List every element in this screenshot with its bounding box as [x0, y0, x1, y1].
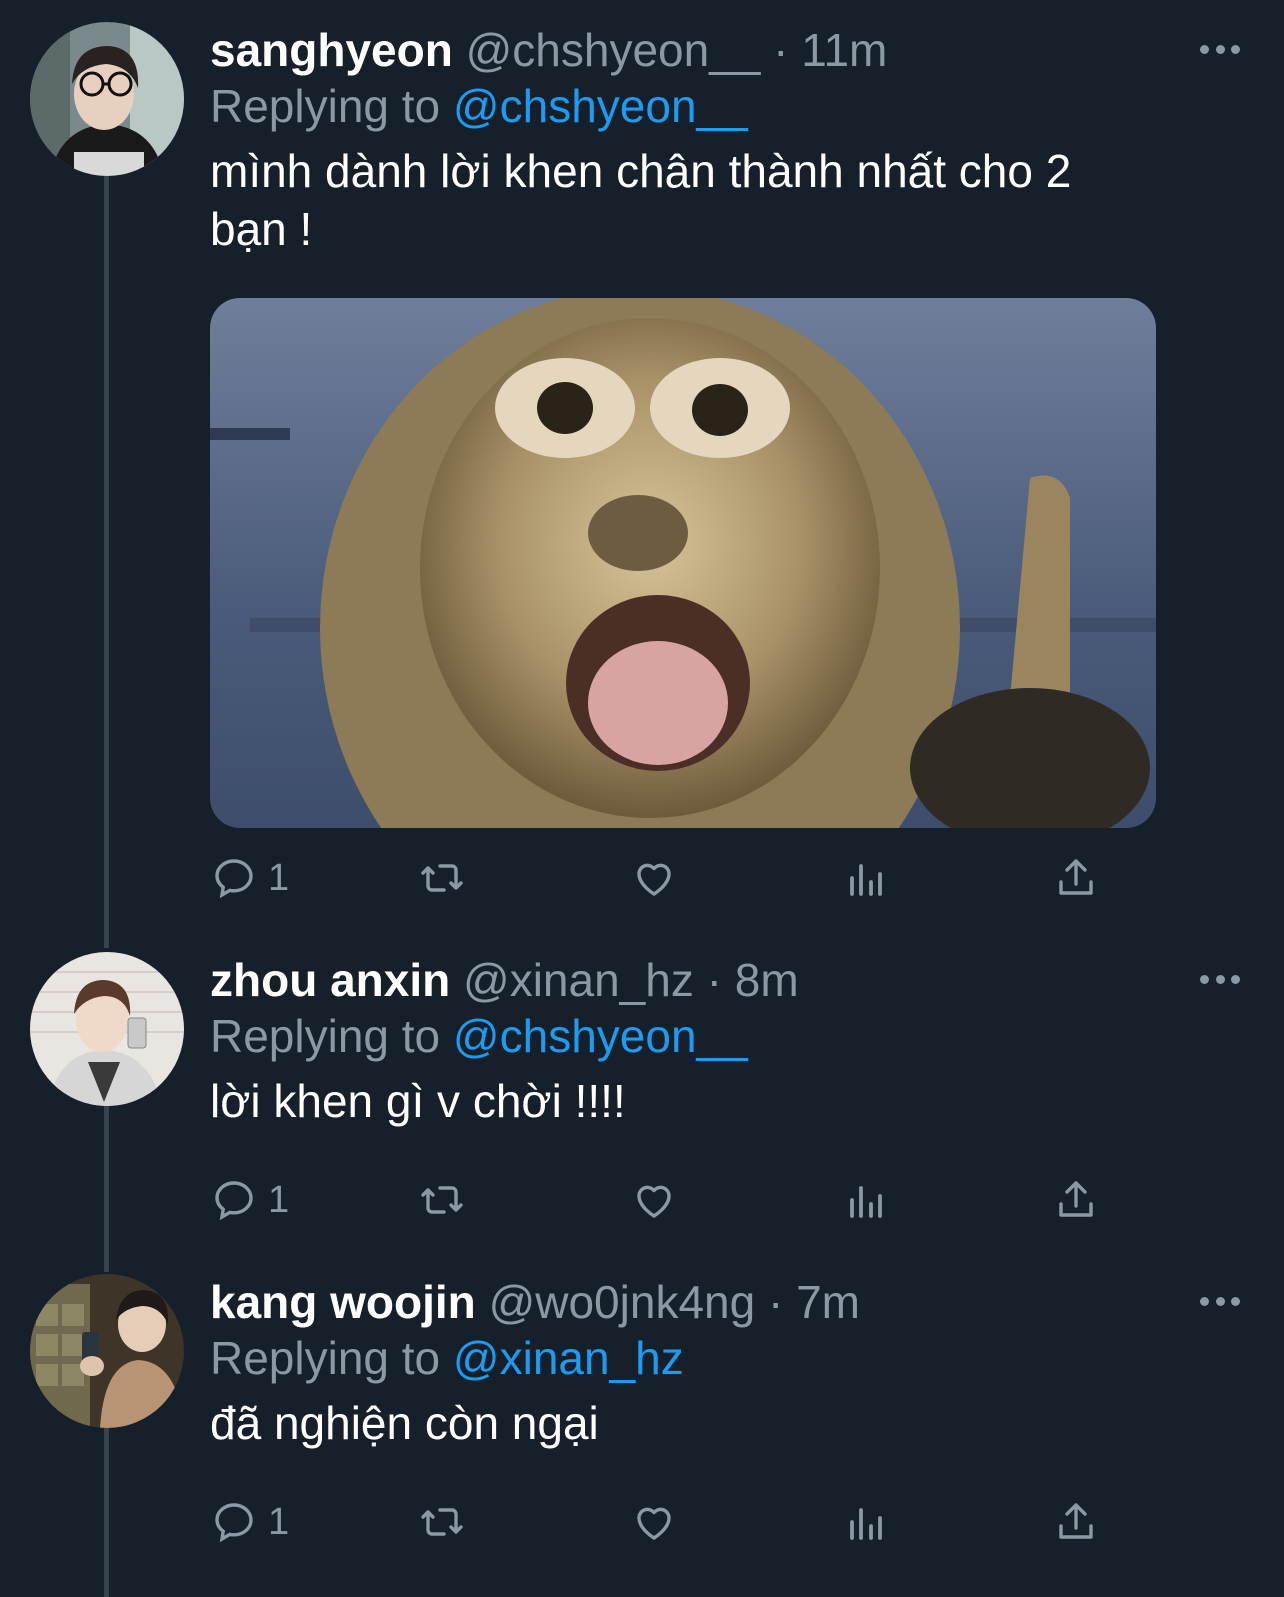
display-name[interactable]: kang woojin — [210, 1276, 476, 1328]
retweet-icon — [421, 1186, 463, 1214]
analytics-button[interactable] — [842, 1172, 890, 1228]
like-button[interactable] — [630, 1172, 678, 1228]
replying-prefix: Replying to — [210, 1332, 441, 1384]
reply-icon — [215, 1503, 253, 1543]
like-button[interactable] — [630, 1494, 678, 1550]
reply-button[interactable]: 1 — [210, 1172, 289, 1228]
replying-to: Replying to @chshyeon__ — [210, 1008, 1224, 1064]
reply-icon — [215, 859, 253, 899]
share-icon — [1059, 1181, 1093, 1217]
more-icon[interactable] — [1200, 1294, 1240, 1308]
replying-to: Replying to @xinan_hz — [210, 1330, 1224, 1386]
tweet-actions: 1 — [210, 1494, 1110, 1550]
share-button[interactable] — [1052, 850, 1100, 906]
tweet-actions: 1 — [210, 1172, 1110, 1228]
share-icon — [1059, 859, 1093, 895]
more-icon[interactable] — [1200, 972, 1240, 986]
tweet-text: đã nghiện còn ngại — [210, 1397, 599, 1449]
share-icon — [1059, 1503, 1093, 1539]
tweet-header: zhou anxin @xinan_hz · 8m — [210, 952, 1224, 1008]
tweet[interactable]: kang woojin @wo0jnk4ng · 7m Replying to … — [0, 1272, 1284, 1597]
analytics-button[interactable] — [842, 1494, 890, 1550]
reply-icon — [215, 1181, 253, 1221]
reply-button[interactable]: 1 — [210, 850, 289, 906]
mention-link[interactable]: @chshyeon__ — [453, 80, 748, 132]
reply-count: 1 — [268, 856, 290, 899]
tweet-header: sanghyeon @chshyeon__ · 11m — [210, 22, 1224, 78]
share-button[interactable] — [1052, 1172, 1100, 1228]
tweet-text: lời khen gì v chời !!!! — [210, 1075, 626, 1127]
timestamp[interactable]: 11m — [801, 24, 887, 76]
avatar[interactable] — [30, 22, 184, 176]
handle[interactable]: @chshyeon__ — [466, 24, 761, 76]
replying-prefix: Replying to — [210, 80, 441, 132]
reply-button[interactable]: 1 — [210, 1494, 289, 1550]
analytics-button[interactable] — [842, 850, 890, 906]
tweet[interactable]: zhou anxin @xinan_hz · 8m Replying to @c… — [0, 950, 1284, 1260]
retweet-icon — [421, 864, 463, 892]
like-icon — [637, 1185, 671, 1218]
avatar[interactable] — [30, 952, 184, 1106]
monkey-image — [210, 298, 1156, 828]
handle[interactable]: @wo0jnk4ng — [489, 1276, 756, 1328]
reply-count: 1 — [268, 1178, 290, 1221]
mention-link[interactable]: @xinan_hz — [453, 1332, 684, 1384]
timestamp[interactable]: 8m — [735, 954, 799, 1006]
more-icon[interactable] — [1200, 42, 1240, 56]
analytics-icon — [850, 1508, 882, 1540]
retweet-button[interactable] — [418, 850, 466, 906]
replying-prefix: Replying to — [210, 1010, 441, 1062]
retweet-button[interactable] — [418, 1172, 466, 1228]
tweet-actions: 1 — [210, 850, 1110, 906]
timestamp[interactable]: 7m — [796, 1276, 860, 1328]
display-name[interactable]: sanghyeon — [210, 24, 453, 76]
like-icon — [637, 863, 671, 896]
avatar[interactable] — [30, 1274, 184, 1428]
display-name[interactable]: zhou anxin — [210, 954, 450, 1006]
replying-to: Replying to @chshyeon__ — [210, 78, 1224, 134]
analytics-icon — [850, 864, 882, 896]
share-button[interactable] — [1052, 1494, 1100, 1550]
separator: · — [773, 24, 789, 76]
like-button[interactable] — [630, 850, 678, 906]
tweet[interactable]: sanghyeon @chshyeon__ · 11m Replying to … — [0, 0, 1284, 940]
tweet-header: kang woojin @wo0jnk4ng · 7m — [210, 1274, 1224, 1330]
retweet-icon — [421, 1508, 463, 1536]
separator: · — [767, 1276, 784, 1328]
separator: · — [706, 954, 722, 1006]
handle[interactable]: @xinan_hz — [463, 954, 694, 1006]
tweet-media[interactable] — [210, 298, 1156, 828]
retweet-button[interactable] — [418, 1494, 466, 1550]
tweet-text: mình dành lời khen chân thành nhất cho 2… — [210, 145, 1072, 255]
reply-count: 1 — [268, 1500, 290, 1543]
analytics-icon — [850, 1186, 882, 1218]
like-icon — [637, 1507, 671, 1540]
mention-link[interactable]: @chshyeon__ — [453, 1010, 748, 1062]
